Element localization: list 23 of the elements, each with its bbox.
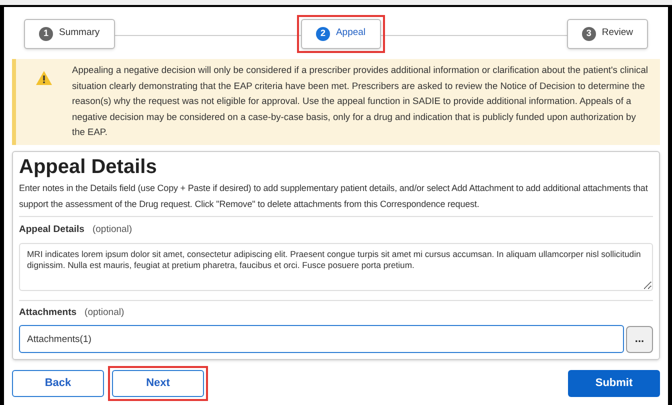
optional-hint: (optional): [92, 222, 132, 236]
step-tab[interactable]: 1 Summary: [24, 18, 115, 48]
optional-hint: (optional): [84, 306, 124, 320]
more-button[interactable]: ...: [626, 326, 653, 352]
step-tab[interactable]: 2 Appeal: [300, 18, 381, 48]
nav-button[interactable]: Next: [112, 370, 204, 397]
warning-message: Appealing a negative decision will only be considered if a prescriber provides additional information or clarification about the patient's clinical situation clearly demonstrating that the EAP criteria have been met. Prescribers are asked to review the Notice of Decision to determine the reason(s) why the request was not eligible for approval. Use the appeal function in SADIE to provide additional information. Appeals of a negative decision may be considered on a case-by-case basis, only for a drug and indication that is publicly funded upon authorization by the EAP.: [72, 64, 649, 139]
attachments-field[interactable]: Attachments(1): [19, 325, 624, 353]
nav-button[interactable]: Back: [12, 370, 104, 397]
warning-icon: [36, 71, 52, 85]
step-number: 1: [39, 26, 53, 40]
field-label: Appeal Details: [19, 222, 84, 236]
step-number: 3: [582, 26, 596, 40]
nav-button[interactable]: Submit: [568, 370, 660, 397]
step-tab[interactable]: 3 Review: [566, 18, 648, 48]
field-label: Attachments: [19, 306, 77, 320]
appeal-details-field[interactable]: MRI indicates lorem ipsum dolor sit amet, consectetur adipiscing elit. Praesent congue turpis sit amet mi cursus accumsan. In aliquam ullamcorper nisl sollicitudin dignissim. Nulla est mauris, feugiat at pretium pharetra, faucibus et orci. Fusce posuere porta pretium.: [19, 242, 653, 291]
step-label: Appeal: [336, 26, 366, 40]
section-title: Appeal Details: [19, 154, 158, 180]
step-label: Review: [602, 26, 633, 40]
section-description: Enter notes in the Details field (use Copy + Paste if desired) to add supplementary patient details, and/or select Add Attachment to add additional attachments that support the assessment of the Drug request. Click "Remove" to delete attachments from this Correspondence request.: [19, 182, 649, 211]
step-number: 2: [316, 26, 330, 40]
step-label: Summary: [59, 26, 100, 40]
